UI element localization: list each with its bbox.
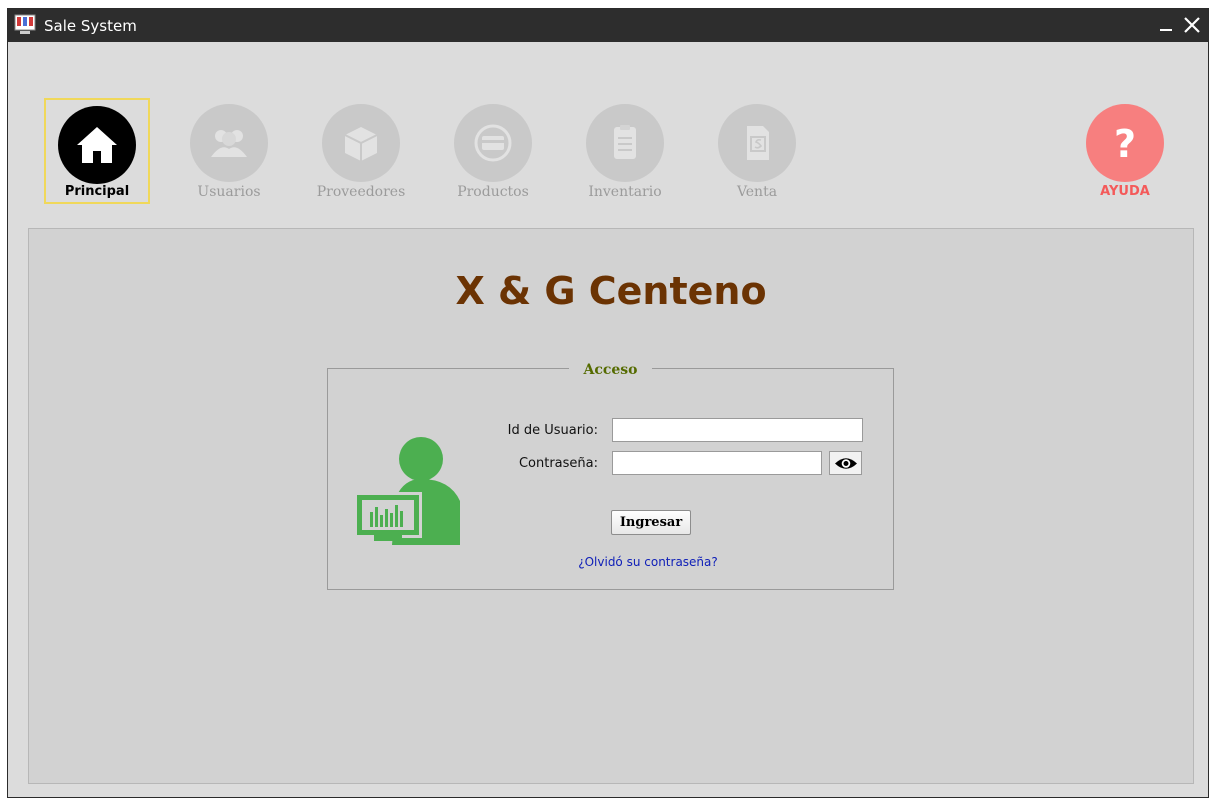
nav-inventario-label: Inventario [588,184,662,200]
nav-principal-label: Principal [64,184,130,199]
main-panel: X & G Centeno Acceso Id de Usuario: Cont… [28,228,1194,784]
window-title: Sale System [44,17,137,35]
nav-usuarios[interactable]: Usuarios [176,98,282,204]
user-computer-icon [354,437,460,545]
nav-venta[interactable]: Venta [704,98,810,204]
invoice-icon [747,126,769,160]
nav-venta-label: Venta [736,184,778,200]
access-legend: Acceso [328,359,893,378]
brand-title: X & G Centeno [455,269,767,313]
nav-productos-label: Productos [457,184,529,200]
clipboard-icon [614,125,636,159]
nav-principal-circle [58,106,136,184]
nav-productos[interactable]: Productos [440,98,546,204]
main-toolbar: Principal Usuarios Proveedores Productos… [8,42,1208,227]
app-icon [14,14,36,34]
password-label: Contraseña: [518,456,598,471]
nav-usuarios-label: Usuarios [197,184,261,200]
home-icon [77,127,117,163]
user-id-input[interactable] [612,418,863,442]
card-icon [474,124,512,162]
password-input[interactable] [612,451,822,475]
minimize-icon [1160,29,1172,31]
app-window: Sale System Principal Usuarios Proveedor… [7,8,1209,798]
nav-productos-circle [454,104,532,182]
question-icon: ? [1114,122,1136,165]
svg-text:?: ? [1114,122,1136,165]
user-id-label: Id de Usuario: [507,423,598,438]
nav-proveedores-circle [322,104,400,182]
nav-ayuda[interactable]: ? AYUDA [1072,98,1178,204]
users-icon [211,130,247,157]
nav-ayuda-label: AYUDA [1100,184,1150,199]
nav-venta-circle [718,104,796,182]
eye-icon [835,458,857,469]
show-password-button[interactable] [829,451,862,475]
nav-inventario-circle [586,104,664,182]
access-legend-text: Acceso [569,362,652,378]
forgot-password-link[interactable]: ¿Olvidó su contraseña? [508,555,788,569]
box-icon [344,127,378,161]
nav-ayuda-circle: ? [1086,104,1164,182]
nav-inventario[interactable]: Inventario [572,98,678,204]
nav-usuarios-circle [190,104,268,182]
login-button[interactable]: Ingresar [611,510,691,535]
access-panel: Acceso Id de Usuario: Contraseña: Ingres… [327,362,894,590]
close-icon [1184,17,1200,33]
minimize-button[interactable] [1154,13,1178,37]
nav-proveedores-label: Proveedores [316,184,406,200]
title-bar[interactable]: Sale System [8,9,1208,42]
nav-proveedores[interactable]: Proveedores [308,98,414,204]
nav-principal[interactable]: Principal [44,98,150,204]
close-button[interactable] [1180,13,1204,37]
